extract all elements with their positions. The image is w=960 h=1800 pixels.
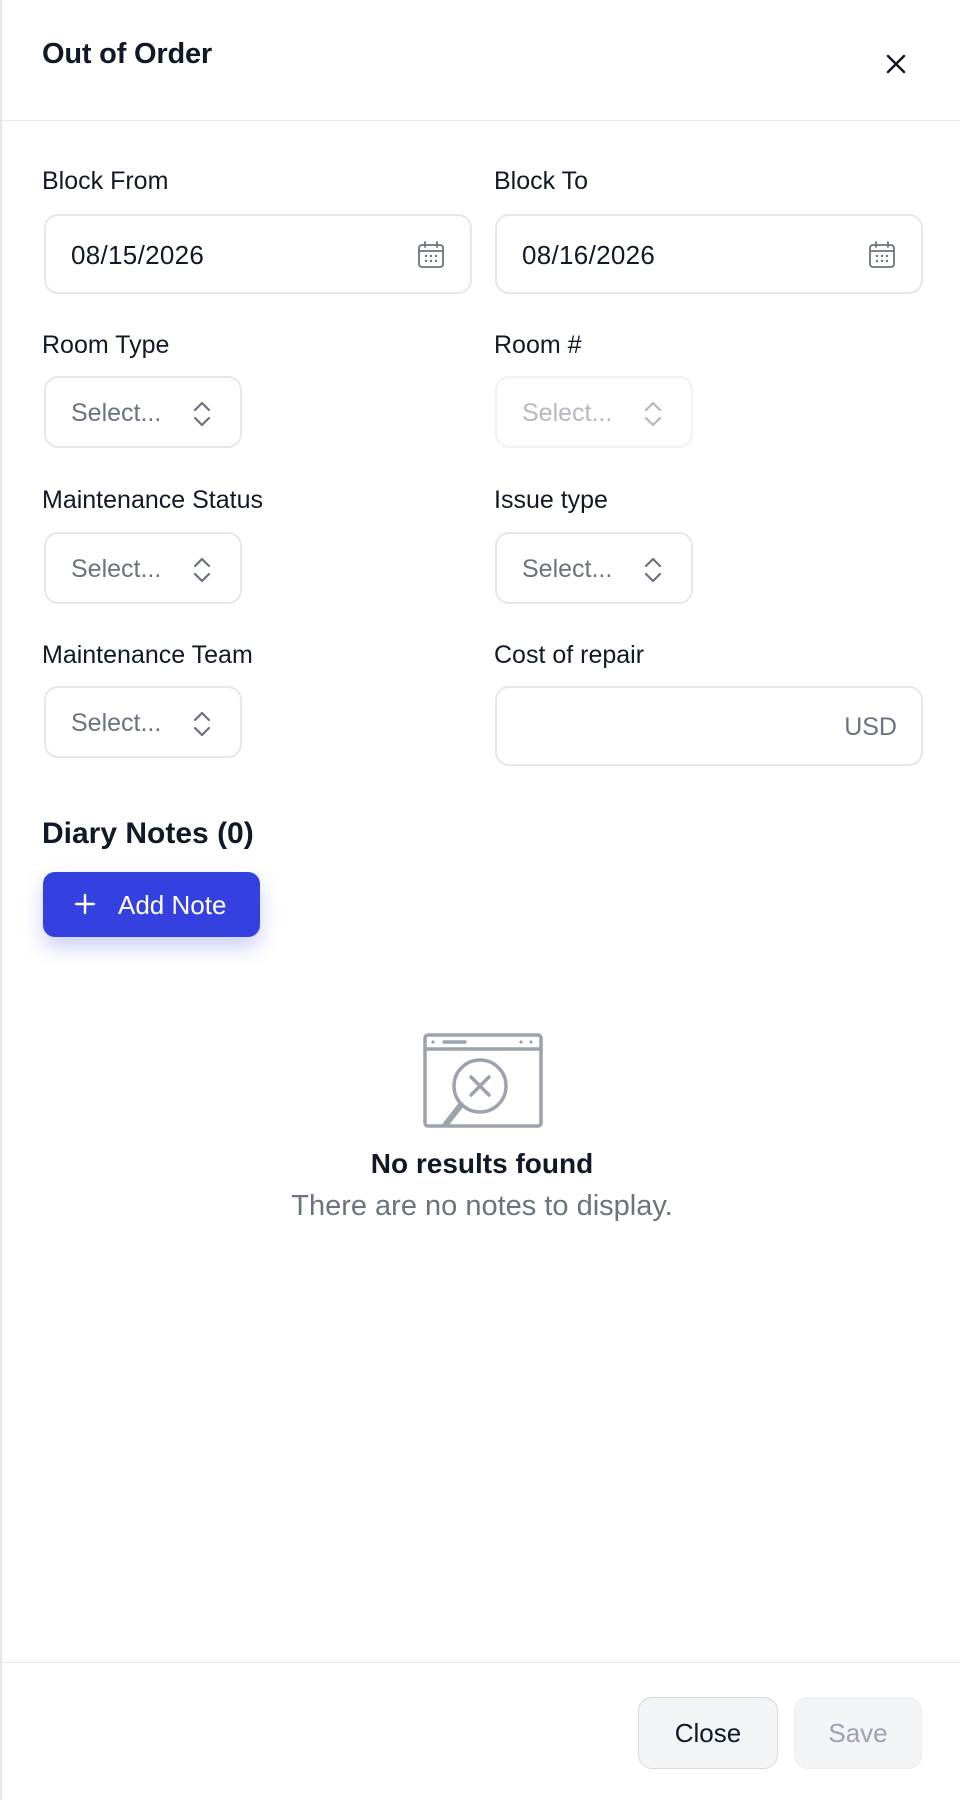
room-type-select[interactable]: Select... [44,376,242,448]
out-of-order-panel: Out of Order Block From 08/15/2026 Block… [0,0,960,1800]
room-type-placeholder: Select... [71,399,162,427]
room-number-select: Select... [495,376,693,448]
add-note-button[interactable]: Add Note [43,872,260,937]
maintenance-status-select[interactable]: Select... [44,532,242,604]
issue-type-select[interactable]: Select... [495,532,693,604]
close-button[interactable]: Close [638,1697,778,1769]
block-to-label: Block To [494,167,589,195]
calendar-icon[interactable] [416,240,446,270]
maintenance-team-placeholder: Select... [71,709,162,737]
cost-of-repair-input[interactable]: USD [495,686,923,766]
block-from-label: Block From [42,167,169,195]
block-from-value: 08/15/2026 [71,240,205,270]
panel-header: Out of Order [2,0,960,121]
block-from-field[interactable]: 08/15/2026 [44,214,472,294]
save-button[interactable]: Save [794,1697,922,1769]
plus-icon [74,893,96,915]
empty-state-title: No results found [370,1148,594,1179]
block-to-field[interactable]: 08/16/2026 [495,214,923,294]
chevron-up-down-icon [193,711,211,737]
room-number-placeholder: Select... [522,399,613,427]
chevron-up-down-icon [644,557,662,583]
calendar-icon[interactable] [867,240,897,270]
add-note-label: Add Note [118,890,227,920]
currency-unit: USD [844,713,897,741]
diary-notes-title: Diary Notes (0) [42,817,254,850]
chevron-up-down-icon [193,401,211,427]
panel-footer: Close Save [2,1662,960,1800]
room-number-label: Room # [494,331,582,359]
chevron-up-down-icon [193,557,211,583]
close-icon[interactable] [878,46,914,82]
maintenance-team-select[interactable]: Select... [44,686,242,758]
maintenance-team-label: Maintenance Team [42,641,253,669]
maintenance-status-placeholder: Select... [71,555,162,583]
cost-of-repair-label: Cost of repair [494,641,645,669]
maintenance-status-label: Maintenance Status [42,486,263,514]
issue-type-placeholder: Select... [522,555,613,583]
chevron-up-down-icon [644,401,662,427]
page-title: Out of Order [42,38,212,70]
room-type-label: Room Type [42,331,170,359]
search-not-found-icon [423,1033,543,1128]
empty-state-message: There are no notes to display. [291,1190,673,1222]
block-to-value: 08/16/2026 [522,240,656,270]
issue-type-label: Issue type [494,486,608,514]
